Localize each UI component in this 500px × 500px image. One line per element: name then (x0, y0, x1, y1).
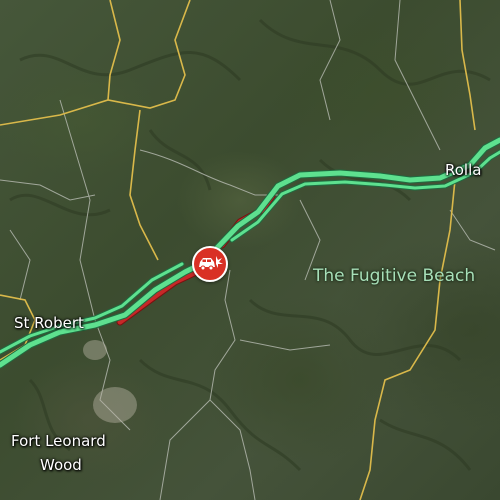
place-label-st-robert[interactable]: St Robert (14, 314, 84, 332)
map-layer (0, 0, 500, 500)
place-label-fort-leonard-wood-line2[interactable]: Wood (40, 456, 82, 474)
place-label-rolla[interactable]: Rolla (445, 161, 481, 179)
map-canvas[interactable]: Rolla St Robert Fort Leonard Wood The Fu… (0, 0, 500, 500)
place-label-fort-leonard-wood-line1[interactable]: Fort Leonard (11, 432, 106, 450)
urban-area (83, 340, 137, 423)
place-label-fugitive-beach[interactable]: The Fugitive Beach (313, 266, 475, 286)
minor-roads (0, 0, 496, 500)
county-roads (0, 0, 476, 500)
crash-incident-marker[interactable] (192, 246, 228, 282)
crash-car-icon (199, 256, 223, 271)
